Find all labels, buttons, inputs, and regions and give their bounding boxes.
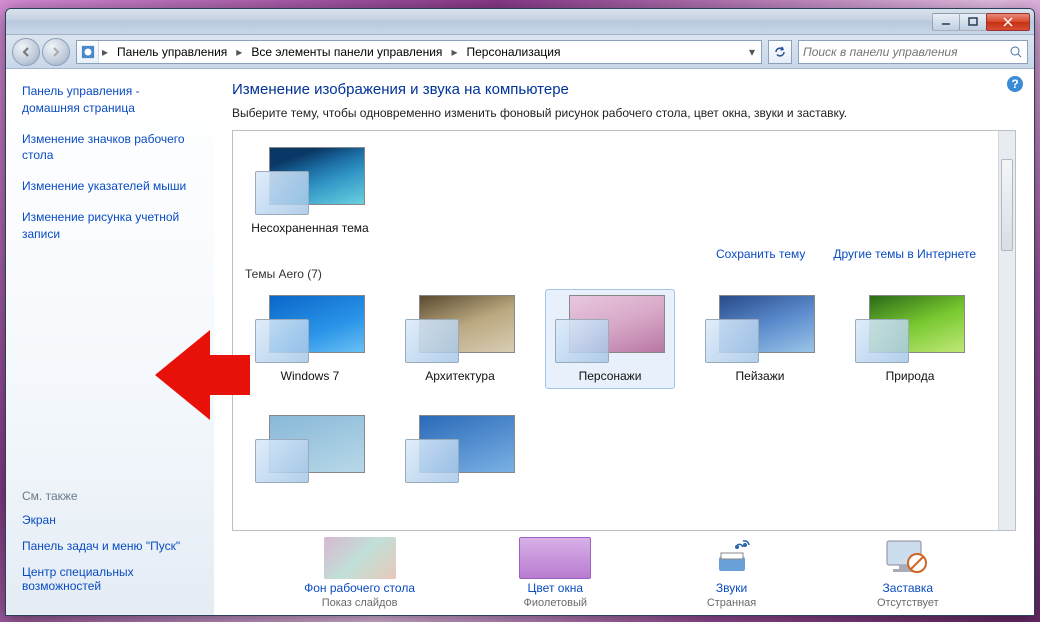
theme-label: Пейзажи — [736, 369, 785, 383]
close-button[interactable] — [986, 13, 1030, 31]
theme-card[interactable]: Несохраненная тема — [245, 141, 375, 241]
breadcrumb-item[interactable]: Персонализация — [460, 43, 566, 61]
annotation-arrow — [155, 310, 255, 440]
address-bar: ▸ Панель управления ▸ Все элементы панел… — [6, 35, 1034, 69]
minimize-button[interactable] — [932, 13, 960, 31]
scrollbar[interactable] — [998, 131, 1015, 530]
help-icon[interactable]: ? — [1006, 75, 1024, 93]
screensaver-icon — [872, 537, 944, 579]
page-subtitle: Выберите тему, чтобы одновременно измени… — [232, 106, 1016, 120]
search-input[interactable] — [803, 45, 1009, 59]
search-box[interactable] — [798, 40, 1028, 64]
theme-card[interactable]: Природа — [845, 289, 975, 389]
breadcrumb[interactable]: ▸ Панель управления ▸ Все элементы панел… — [76, 40, 762, 64]
sidebar-link[interactable]: Панель управления - домашняя страница — [22, 83, 198, 117]
chevron-right-icon: ▸ — [99, 45, 111, 59]
theme-card-selected[interactable]: Персонажи — [545, 289, 675, 389]
dropdown-icon[interactable]: ▾ — [743, 45, 761, 59]
theme-card[interactable]: Архитектура — [395, 289, 525, 389]
see-also-label: См. также — [22, 489, 198, 503]
theme-card[interactable] — [395, 409, 525, 489]
sidebar-link[interactable]: Изменение указателей мыши — [22, 178, 198, 195]
breadcrumb-item[interactable]: Панель управления — [111, 43, 233, 61]
screensaver-option[interactable]: Заставка Отсутствует — [872, 537, 944, 609]
sidebar-link[interactable]: Изменение значков рабочего стола — [22, 131, 198, 165]
bottom-options: Фон рабочего стола Показ слайдов Цвет ок… — [232, 531, 1016, 609]
save-theme-link[interactable]: Сохранить тему — [716, 247, 805, 261]
sidebar-secondary-link[interactable]: Экран — [22, 513, 198, 527]
main-panel: ? Изменение изображения и звука на компь… — [214, 69, 1034, 615]
control-panel-icon — [77, 41, 99, 63]
sidebar-secondary-link[interactable]: Панель задач и меню "Пуск" — [22, 539, 198, 553]
sidebar-link[interactable]: Изменение рисунка учетной записи — [22, 209, 198, 243]
search-icon — [1009, 45, 1023, 59]
theme-label: Windows 7 — [281, 369, 340, 383]
sidebar-secondary-link[interactable]: Центр специальных возможностей — [22, 565, 198, 593]
section-header: Темы Aero (7) — [245, 267, 986, 281]
theme-label: Персонажи — [579, 369, 642, 383]
wallpaper-icon — [324, 537, 396, 579]
svg-text:?: ? — [1011, 77, 1018, 91]
sounds-icon — [696, 537, 768, 579]
titlebar — [6, 9, 1034, 35]
themes-list: Несохраненная тема Сохранить тему Другие… — [232, 130, 1016, 531]
maximize-button[interactable] — [959, 13, 987, 31]
breadcrumb-item[interactable]: Все элементы панели управления — [245, 43, 448, 61]
chevron-right-icon: ▸ — [448, 45, 460, 59]
desktop-background-option[interactable]: Фон рабочего стола Показ слайдов — [304, 537, 415, 609]
theme-label: Архитектура — [425, 369, 495, 383]
page-title: Изменение изображения и звука на компьют… — [232, 81, 1016, 98]
theme-card[interactable]: Пейзажи — [695, 289, 825, 389]
sounds-option[interactable]: Звуки Странная — [696, 537, 768, 609]
more-themes-link[interactable]: Другие темы в Интернете — [833, 247, 976, 261]
theme-card[interactable]: Windows 7 — [245, 289, 375, 389]
theme-label: Природа — [886, 369, 935, 383]
theme-card[interactable] — [245, 409, 375, 489]
back-button[interactable] — [12, 38, 40, 66]
color-swatch-icon — [519, 537, 591, 579]
window-color-option[interactable]: Цвет окна Фиолетовый — [519, 537, 591, 609]
theme-label: Несохраненная тема — [251, 221, 368, 235]
chevron-right-icon: ▸ — [233, 45, 245, 59]
forward-button[interactable] — [42, 38, 70, 66]
refresh-button[interactable] — [768, 40, 792, 64]
